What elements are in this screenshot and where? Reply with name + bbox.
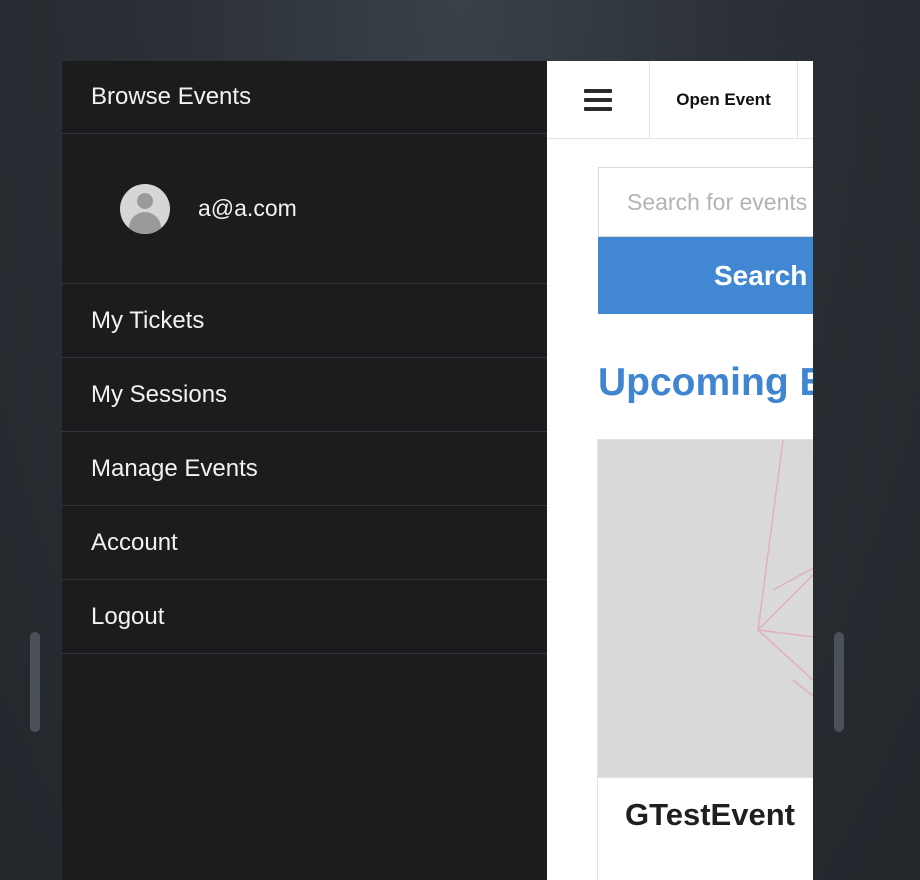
drawer-item-logout[interactable]: Logout xyxy=(62,580,547,654)
search-form: Search xyxy=(598,167,813,314)
event-name[interactable]: GTestEvent xyxy=(625,797,795,833)
drawer-item-my-sessions[interactable]: My Sessions xyxy=(62,358,547,432)
main-content: Open Event Search Upcoming Events xyxy=(547,61,813,880)
left-side-handle xyxy=(30,632,40,732)
drawer-title-browse-events[interactable]: Browse Events xyxy=(62,61,547,134)
brand-link[interactable]: Open Event xyxy=(650,61,798,138)
drawer-item-manage-events[interactable]: Manage Events xyxy=(62,432,547,506)
drawer-item-my-tickets[interactable]: My Tickets xyxy=(62,284,547,358)
user-email: a@a.com xyxy=(198,195,297,221)
hamburger-menu-icon xyxy=(584,84,612,116)
drawer-user-profile[interactable]: a@a.com xyxy=(62,134,547,284)
search-input[interactable] xyxy=(598,167,813,237)
avatar-icon xyxy=(120,183,170,234)
nav-drawer: Browse Events a@a.com My Tickets My Sess… xyxy=(62,61,547,880)
top-navbar: Open Event xyxy=(547,61,813,139)
event-card[interactable]: GTestEvent xyxy=(597,439,813,880)
app-window: Browse Events a@a.com My Tickets My Sess… xyxy=(62,61,813,880)
search-button[interactable]: Search xyxy=(598,237,813,314)
event-image xyxy=(598,440,813,778)
right-side-handle xyxy=(834,632,844,732)
drawer-item-account[interactable]: Account xyxy=(62,506,547,580)
hamburger-menu-button[interactable] xyxy=(547,61,650,138)
section-title-upcoming-events: Upcoming Events xyxy=(598,361,813,404)
